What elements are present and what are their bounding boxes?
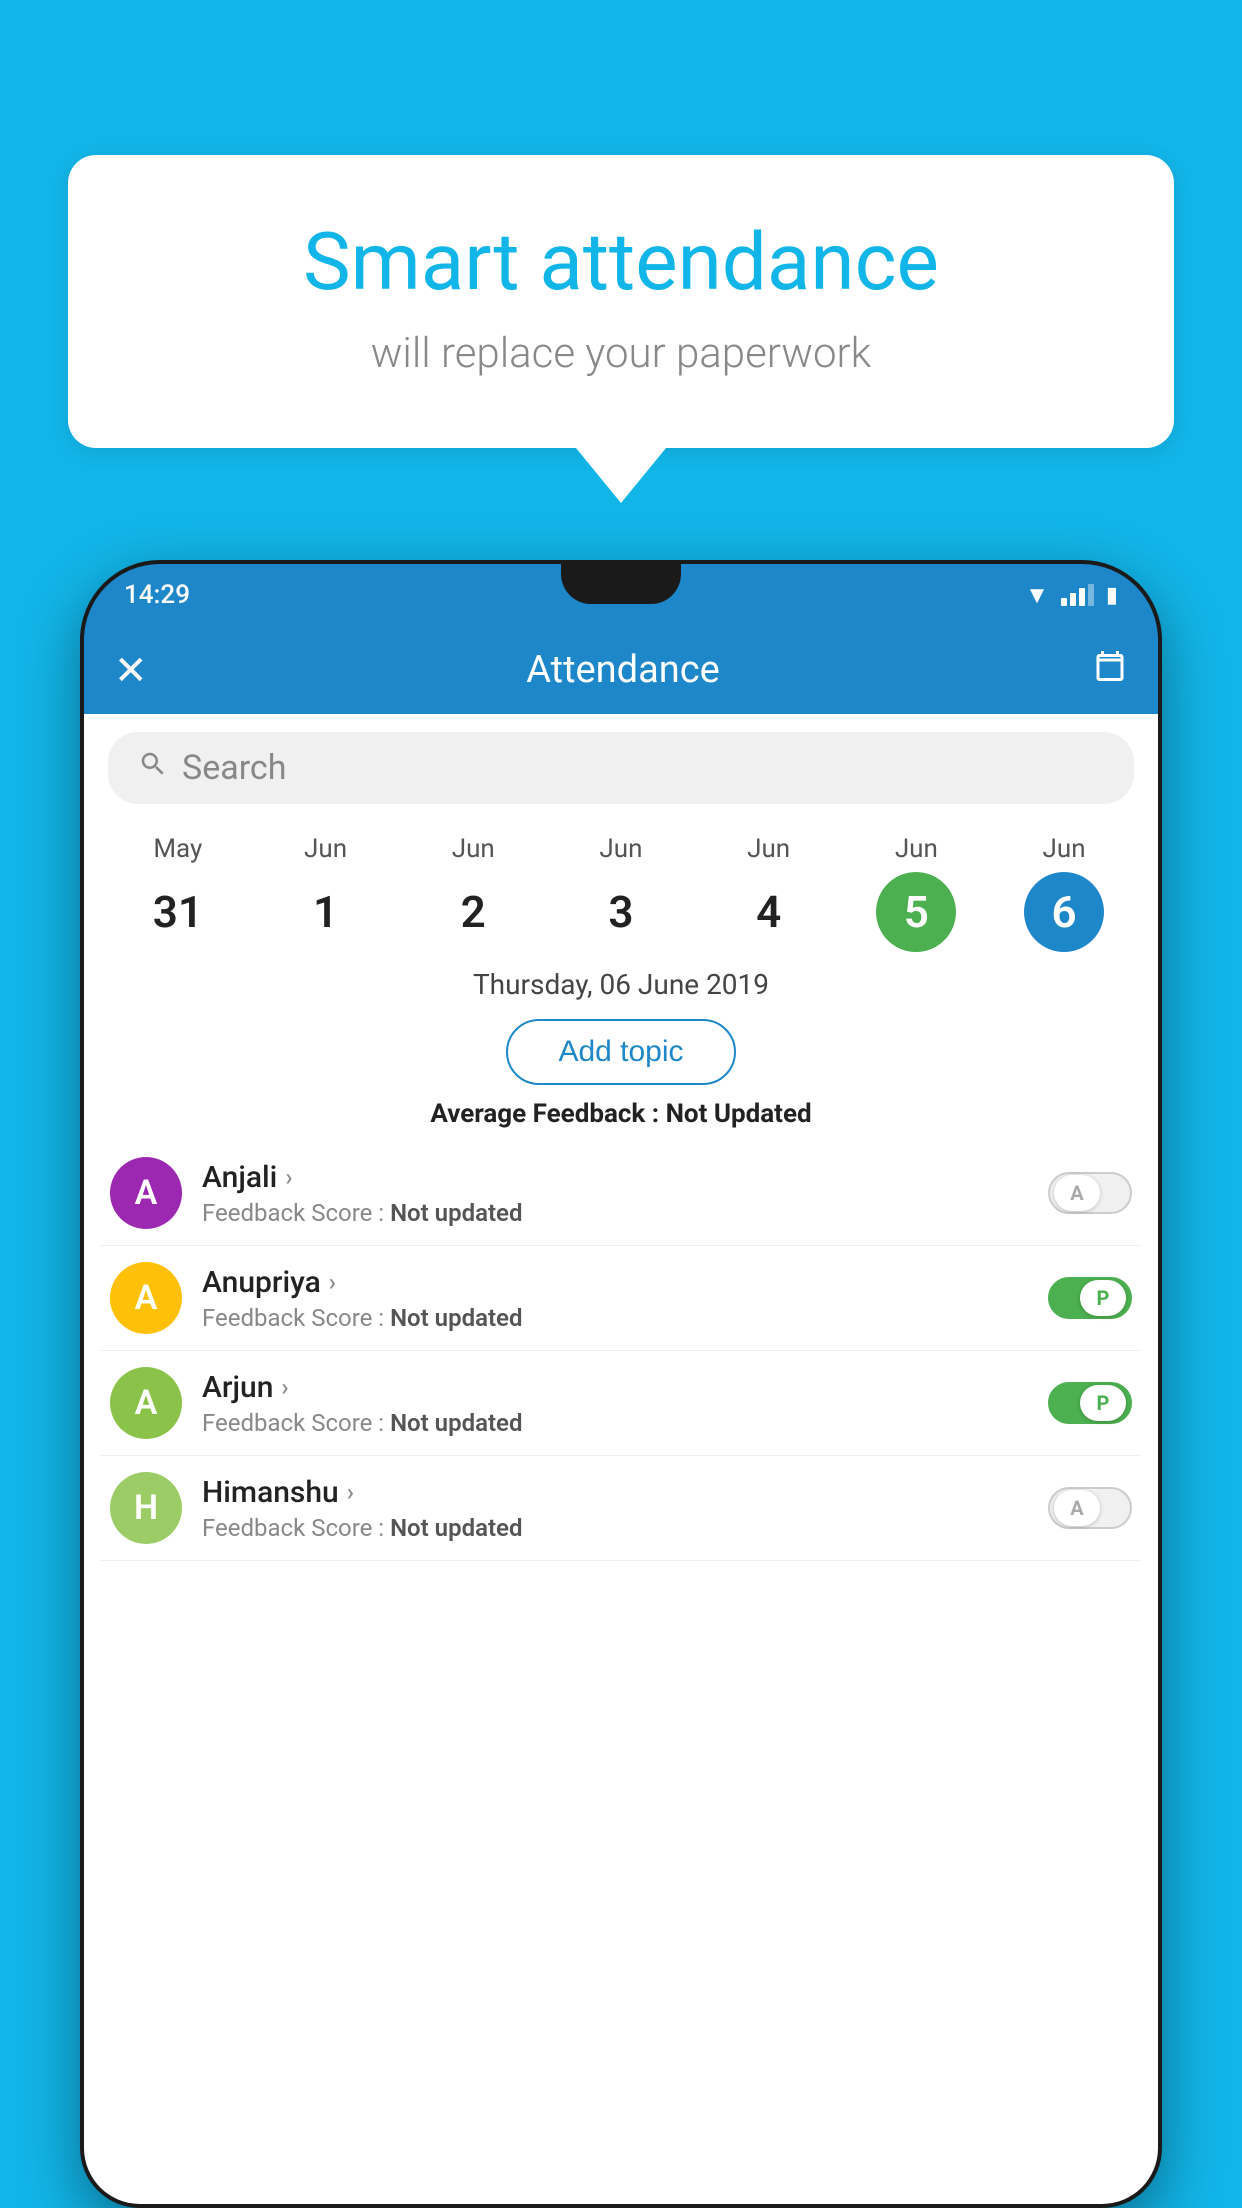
cal-month-6: Jun <box>1043 834 1086 864</box>
student-item-himanshu: H Himanshu › Feedback Score : Not update… <box>100 1456 1142 1561</box>
student-feedback-himanshu: Feedback Score : Not updated <box>202 1514 1028 1542</box>
speech-bubble-tail <box>576 448 666 503</box>
signal-bar-1 <box>1061 598 1067 606</box>
chevron-anupriya: › <box>329 1268 336 1296</box>
search-placeholder: Search <box>182 748 286 788</box>
student-feedback-anjali: Feedback Score : Not updated <box>202 1199 1028 1227</box>
chevron-arjun: › <box>281 1373 288 1401</box>
cal-month-4: Jun <box>747 834 790 864</box>
speech-bubble-subtitle: will replace your paperwork <box>148 329 1094 378</box>
cal-day-1[interactable]: Jun 1 <box>286 834 366 952</box>
calendar-strip: May 31 Jun 1 Jun 2 Jun 3 Jun 4 <box>84 822 1158 952</box>
cal-day-6[interactable]: Jun 6 <box>1024 834 1104 952</box>
student-feedback-anupriya: Feedback Score : Not updated <box>202 1304 1028 1332</box>
student-info-anjali[interactable]: Anjali › Feedback Score : Not updated <box>202 1160 1028 1227</box>
cal-date-3[interactable]: 3 <box>581 872 661 952</box>
phone-frame: 14:29 ▼ ▮ ✕ Attendance <box>80 560 1162 2208</box>
cal-day-4[interactable]: Jun 4 <box>729 834 809 952</box>
cal-day-0[interactable]: May 31 <box>138 834 218 952</box>
student-item-arjun: A Arjun › Feedback Score : Not updated P <box>100 1351 1142 1456</box>
signal-bar-3 <box>1079 588 1085 606</box>
toggle-knob-arjun: P <box>1080 1385 1126 1421</box>
cal-month-0: May <box>153 834 202 864</box>
cal-month-1: Jun <box>304 834 347 864</box>
avatar-himanshu: H <box>110 1472 182 1544</box>
student-list: A Anjali › Feedback Score : Not updated … <box>84 1141 1158 1561</box>
search-bar[interactable]: Search <box>108 732 1134 804</box>
wifi-icon: ▼ <box>1025 581 1049 610</box>
app-bar-title: Attendance <box>174 648 1072 692</box>
student-name-anjali: Anjali › <box>202 1160 1028 1195</box>
cal-date-0[interactable]: 31 <box>138 872 218 952</box>
phone-inner: 14:29 ▼ ▮ ✕ Attendance <box>84 564 1158 2204</box>
calendar-icon[interactable] <box>1092 648 1128 693</box>
avatar-anjali: A <box>110 1157 182 1229</box>
cal-day-5[interactable]: Jun 5 <box>876 834 956 952</box>
student-info-himanshu[interactable]: Himanshu › Feedback Score : Not updated <box>202 1475 1028 1542</box>
add-topic-button[interactable]: Add topic <box>506 1019 735 1085</box>
battery-icon: ▮ <box>1106 583 1118 608</box>
toggle-knob-himanshu: A <box>1054 1490 1100 1526</box>
avatar-anupriya: A <box>110 1262 182 1334</box>
cal-month-3: Jun <box>599 834 642 864</box>
status-icons: ▼ ▮ <box>1025 581 1118 610</box>
phone-notch <box>561 564 681 604</box>
feedback-summary: Average Feedback : Not Updated <box>84 1099 1158 1141</box>
close-button[interactable]: ✕ <box>114 647 174 694</box>
student-item-anupriya: A Anupriya › Feedback Score : Not update… <box>100 1246 1142 1351</box>
status-time: 14:29 <box>124 580 190 610</box>
toggle-himanshu[interactable]: A <box>1048 1487 1132 1529</box>
signal-bar-4 <box>1088 584 1094 606</box>
speech-bubble-title: Smart attendance <box>148 215 1094 309</box>
toggle-knob-anjali: A <box>1054 1175 1100 1211</box>
toggle-knob-anupriya: P <box>1080 1280 1126 1316</box>
student-name-arjun: Arjun › <box>202 1370 1028 1405</box>
student-name-himanshu: Himanshu › <box>202 1475 1028 1510</box>
avatar-arjun: A <box>110 1367 182 1439</box>
cal-month-5: Jun <box>895 834 938 864</box>
add-topic-wrapper: Add topic <box>84 1019 1158 1085</box>
cal-date-2[interactable]: 2 <box>433 872 513 952</box>
search-icon <box>138 748 168 788</box>
student-info-arjun[interactable]: Arjun › Feedback Score : Not updated <box>202 1370 1028 1437</box>
toggle-anjali[interactable]: A <box>1048 1172 1132 1214</box>
selected-date-label: Thursday, 06 June 2019 <box>84 952 1158 1011</box>
student-feedback-arjun: Feedback Score : Not updated <box>202 1409 1028 1437</box>
cal-date-1[interactable]: 1 <box>286 872 366 952</box>
speech-bubble: Smart attendance will replace your paper… <box>68 155 1174 448</box>
phone-screen: Search May 31 Jun 1 Jun 2 Jun 3 <box>84 714 1158 2204</box>
signal-bar-2 <box>1070 593 1076 606</box>
student-item-anjali: A Anjali › Feedback Score : Not updated … <box>100 1141 1142 1246</box>
student-info-anupriya[interactable]: Anupriya › Feedback Score : Not updated <box>202 1265 1028 1332</box>
student-name-anupriya: Anupriya › <box>202 1265 1028 1300</box>
speech-bubble-container: Smart attendance will replace your paper… <box>68 155 1174 503</box>
signal-bars <box>1061 584 1094 606</box>
app-bar: ✕ Attendance <box>84 626 1158 714</box>
cal-date-6[interactable]: 6 <box>1024 872 1104 952</box>
toggle-arjun[interactable]: P <box>1048 1382 1132 1424</box>
feedback-label: Average Feedback : <box>430 1099 665 1129</box>
chevron-himanshu: › <box>347 1478 354 1506</box>
cal-date-5[interactable]: 5 <box>876 872 956 952</box>
cal-day-2[interactable]: Jun 2 <box>433 834 513 952</box>
cal-month-2: Jun <box>452 834 495 864</box>
toggle-anupriya[interactable]: P <box>1048 1277 1132 1319</box>
cal-day-3[interactable]: Jun 3 <box>581 834 661 952</box>
cal-date-4[interactable]: 4 <box>729 872 809 952</box>
chevron-anjali: › <box>285 1163 292 1191</box>
feedback-value: Not Updated <box>666 1099 812 1129</box>
